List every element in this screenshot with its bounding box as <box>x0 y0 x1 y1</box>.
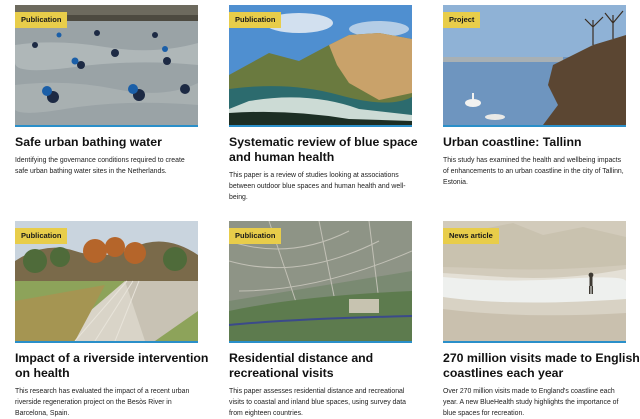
card-accent-rule <box>443 125 626 127</box>
card-title[interactable]: Safe urban bathing water <box>15 135 198 150</box>
card-image[interactable]: Publication <box>229 221 412 341</box>
card-accent-rule <box>229 125 412 127</box>
card-image[interactable]: Publication <box>15 5 198 125</box>
card-title[interactable]: 270 million visits made to English coast… <box>443 351 640 381</box>
card-badge: Publication <box>15 12 68 28</box>
card-accent-rule <box>15 125 198 127</box>
card-description: This paper is a review of studies lookin… <box>229 172 406 201</box>
card-title[interactable]: Residential distance and recreational vi… <box>229 351 412 381</box>
card-description: This paper assesses residential distance… <box>229 388 406 417</box>
card-270-million-visits[interactable]: News article 270 million visits made to … <box>443 221 640 419</box>
card-badge: Publication <box>229 228 282 244</box>
card-accent-rule <box>443 341 626 343</box>
card-safe-urban-bathing-water[interactable]: Publication Safe urban bathing water Ide… <box>15 5 198 177</box>
card-description: This study has examined the health and w… <box>443 157 624 186</box>
card-badge: Publication <box>229 12 282 28</box>
card-accent-rule <box>15 341 198 343</box>
card-title[interactable]: Urban coastline: Tallinn <box>443 135 626 150</box>
card-title[interactable]: Systematic review of blue space and huma… <box>229 135 418 165</box>
card-systematic-review[interactable]: Publication Systematic review of blue sp… <box>229 5 418 203</box>
card-badge: Project <box>443 12 481 28</box>
card-description: Identifying the governance conditions re… <box>15 157 185 175</box>
card-title[interactable]: Impact of a riverside intervention on he… <box>15 351 208 381</box>
card-image[interactable]: Publication <box>15 221 198 341</box>
card-accent-rule <box>229 341 412 343</box>
card-badge: News article <box>443 228 499 244</box>
card-riverside-intervention[interactable]: Publication Impact of a riverside interv… <box>15 221 208 419</box>
card-description: This research has evaluated the impact o… <box>15 388 190 417</box>
card-description: Over 270 million visits made to England'… <box>443 388 619 417</box>
card-residential-distance[interactable]: Publication Residential distance and rec… <box>229 221 412 419</box>
card-image[interactable]: News article <box>443 221 626 341</box>
card-urban-coastline-tallinn[interactable]: Project Urban coastline: Tallinn This st… <box>443 5 626 188</box>
card-image[interactable]: Publication <box>229 5 412 125</box>
content-grid: Publication Safe urban bathing water Ide… <box>0 0 640 419</box>
card-image[interactable]: Project <box>443 5 626 125</box>
card-badge: Publication <box>15 228 68 244</box>
